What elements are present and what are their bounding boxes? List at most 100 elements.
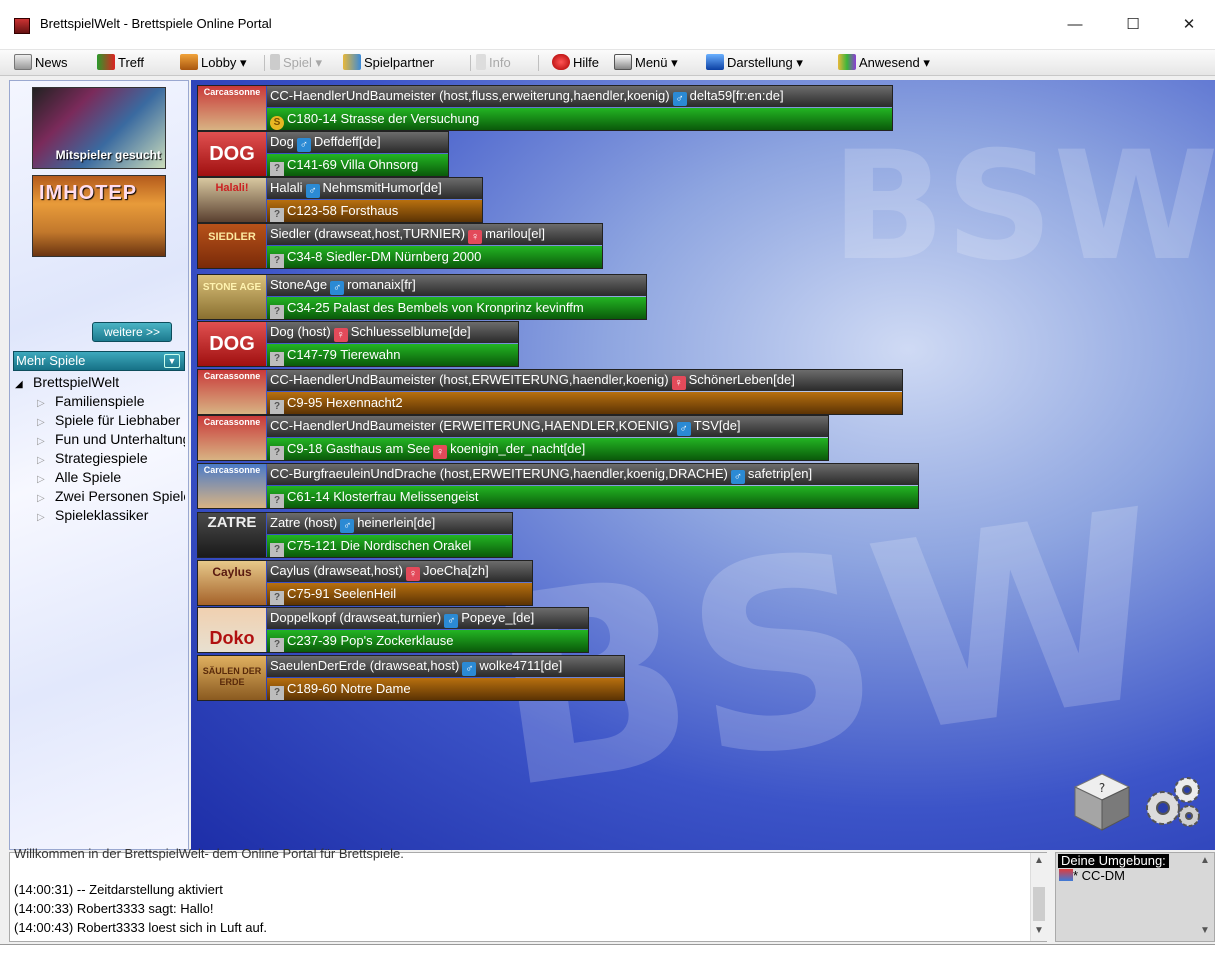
scroll-up-icon[interactable]: ▲ [1197, 855, 1213, 869]
tree-item-spiele-fuer-liebhaber[interactable]: ▷ Spiele für Liebhaber [13, 411, 185, 430]
toolbar-darstellung[interactable]: Darstellung ▾ [706, 53, 803, 73]
toolbar-news[interactable]: News [14, 53, 68, 73]
chat-scrollbar[interactable]: ▲ ▼ [1030, 853, 1047, 941]
left-sidebar: Mitspieler gesucht IMHOTEP weitere >> Me… [9, 80, 189, 850]
stoneage-thumbnail: STONE AGE [198, 275, 266, 319]
maximize-button[interactable]: ☐ [1110, 10, 1156, 40]
scrollbar-thumb[interactable] [1033, 887, 1045, 921]
tree-item-familienspiele[interactable]: ▷ Familienspiele [13, 392, 185, 411]
room-entry[interactable]: ZATRE Zatre (host) ♂ heinerlein[de] ? C75-1… [197, 512, 513, 558]
carcassonne-thumbnail: Carcassonne [198, 464, 266, 508]
toolbar-menu[interactable]: Menü ▾ [614, 53, 678, 73]
room-entry[interactable]: STONE AGE StoneAge ♂ romanaix[fr] ? C34-25 … [197, 274, 647, 320]
room-entry[interactable]: Carcassonne CC-HaendlerUndBaumeister (ho… [197, 369, 903, 415]
unknown-badge-icon: ? [270, 254, 284, 268]
chat-line: Willkommen in der BrettspielWelt- dem On… [14, 846, 404, 861]
minimize-button[interactable]: — [1052, 10, 1098, 40]
mehr-spiele-dropdown[interactable]: Mehr Spiele ▼ [13, 351, 185, 371]
toolbar-spielpartner[interactable]: Spielpartner [343, 53, 434, 73]
collapsed-arrow-icon: ▷ [37, 417, 45, 428]
collapsed-arrow-icon: ▷ [37, 512, 45, 523]
spiel-icon [270, 54, 280, 70]
close-button[interactable]: ✕ [1166, 10, 1212, 40]
weitere-button[interactable]: weitere >> [92, 322, 172, 342]
tree-item-fun-und-unterhaltung[interactable]: ▷ Fun und Unterhaltung [13, 430, 185, 449]
spielpartner-icon [343, 54, 361, 70]
game-category-tree: ◢ BrettspielWelt ▷ Familienspiele ▷ Spiele … [13, 373, 185, 525]
menu-icon [614, 54, 632, 70]
collapsed-arrow-icon: ▷ [37, 493, 45, 504]
tree-item-zwei-personen-spiele[interactable]: ▷ Zwei Personen Spiele [13, 487, 185, 506]
room-entry[interactable]: Doko Doppelkopf (drawseat,turnier) ♂ Popey… [197, 607, 589, 653]
tree-item-spieleklassiker[interactable]: ▷ Spieleklassiker [13, 506, 185, 525]
room-game-line: CC-BurgfraeuleinUndDrache (host,ERWEITER… [267, 464, 918, 485]
darstellung-icon [706, 54, 724, 70]
unknown-badge-icon: ? [270, 162, 284, 176]
environment-scrollbar[interactable]: ▲ ▼ [1197, 853, 1214, 941]
unknown-badge-icon: ? [270, 446, 284, 460]
toolbar-lobby[interactable]: Lobby ▾ [180, 53, 247, 73]
imhotep-banner[interactable]: IMHOTEP [32, 175, 166, 257]
room-entry[interactable]: SÄULEN DER ERDE SaeulenDerErde (drawseat… [197, 655, 625, 701]
dog-thumbnail: DOG [198, 322, 266, 366]
chat-line: (14:00:31) -- Zeitdarstellung aktiviert [14, 882, 223, 897]
toolbar-spiel[interactable]: Spiel ▾ [270, 53, 322, 73]
scroll-down-icon[interactable]: ▼ [1031, 925, 1047, 939]
male-icon: ♂ [340, 519, 355, 533]
male-icon: ♂ [676, 422, 691, 436]
carcassonne-thumbnail: Carcassonne [198, 370, 266, 414]
room-info-line: ? C9-95 Hexennacht2 [267, 392, 902, 414]
room-game-line: Siedler (drawseat,host,TURNIER) ♀ marilou[… [267, 224, 602, 245]
toolbar-hilfe[interactable]: Hilfe [552, 53, 599, 73]
toolbar-treff[interactable]: Treff [97, 53, 144, 73]
dog-thumbnail: DOG [198, 132, 266, 176]
male-icon: ♂ [462, 662, 477, 676]
tree-item-alle-spiele[interactable]: ▷ Alle Spiele [13, 468, 185, 487]
background-watermark: BSW [831, 120, 1215, 294]
chat-line: (14:00:43) Robert3333 loest sich in Luft… [14, 920, 267, 935]
room-game-line: Dog (host) ♀ Schluesselblume[de] [267, 322, 518, 343]
tree-item-brettspielwelt[interactable]: ◢ BrettspielWelt [13, 373, 185, 392]
room-entry[interactable]: SIEDLER Siedler (drawseat,host,TURNIER) ♀… [197, 223, 603, 269]
toolbar-separator [538, 55, 539, 71]
female-icon: ♀ [433, 445, 448, 459]
toolbar-separator [264, 55, 265, 71]
toolbar-info[interactable]: Info [476, 53, 511, 73]
info-icon [476, 54, 486, 70]
toolbar-anwesend[interactable]: Anwesend ▾ [838, 53, 930, 73]
room-game-line: Halali ♂ NehmsmitHumor[de] [267, 178, 482, 199]
unknown-badge-icon: ? [270, 686, 284, 700]
scroll-down-icon[interactable]: ▼ [1197, 925, 1213, 939]
unknown-badge-icon: ? [270, 305, 284, 319]
male-icon: ♂ [305, 184, 320, 198]
room-entry[interactable]: DOG Dog (host) ♀ Schluesselblume[de] ? C147… [197, 321, 519, 367]
room-info-line: ? C189-60 Notre Dame [267, 678, 624, 700]
room-info-line: ? C147-79 Tierewahn [267, 344, 518, 366]
toolbar-separator [470, 55, 471, 71]
male-icon: ♂ [296, 138, 311, 152]
scroll-up-icon[interactable]: ▲ [1031, 855, 1047, 869]
hilfe-icon [552, 54, 570, 70]
mitspieler-label: Mitspieler gesucht [55, 148, 161, 162]
gears-icon[interactable] [1141, 772, 1205, 832]
female-icon: ♀ [468, 230, 483, 244]
mitspieler-gesucht-banner[interactable]: Mitspieler gesucht [32, 87, 166, 169]
room-entry[interactable]: Halali! Halali ♂ NehmsmitHumor[de] ? C123-5… [197, 177, 483, 223]
room-entry[interactable]: Carcassonne CC-BurgfraeuleinUndDrache (h… [197, 463, 919, 509]
room-entry[interactable]: DOG Dog ♂ Deffdeff[de] ? C141-69 Villa Ohns… [197, 131, 449, 177]
zatre-thumbnail: ZATRE [198, 513, 266, 557]
room-entry[interactable]: Carcassonne CC-HaendlerUndBaumeister (ER… [197, 415, 829, 461]
room-entry[interactable]: Caylus Caylus (drawseat,host) ♀ JoeCha[zh]… [197, 560, 533, 606]
room-icon [1059, 869, 1073, 881]
chat-input[interactable] [0, 944, 1215, 961]
environment-item[interactable]: * CC-DM [1059, 869, 1125, 883]
tree-item-strategiespiele[interactable]: ▷ Strategiespiele [13, 449, 185, 468]
room-info-line: ? C237-39 Pop's Zockerklause [267, 630, 588, 652]
news-icon [14, 54, 32, 70]
male-icon: ♂ [444, 614, 459, 628]
chat-line: (14:00:33) Robert3333 sagt: Hallo! [14, 901, 214, 916]
help-cube-icon[interactable]: ? [1071, 770, 1133, 832]
unknown-badge-icon: ? [270, 352, 284, 366]
room-game-line: CC-HaendlerUndBaumeister (host,ERWEITERU… [267, 370, 902, 391]
room-entry[interactable]: Carcassonne CC-HaendlerUndBaumeister (ho… [197, 85, 893, 131]
